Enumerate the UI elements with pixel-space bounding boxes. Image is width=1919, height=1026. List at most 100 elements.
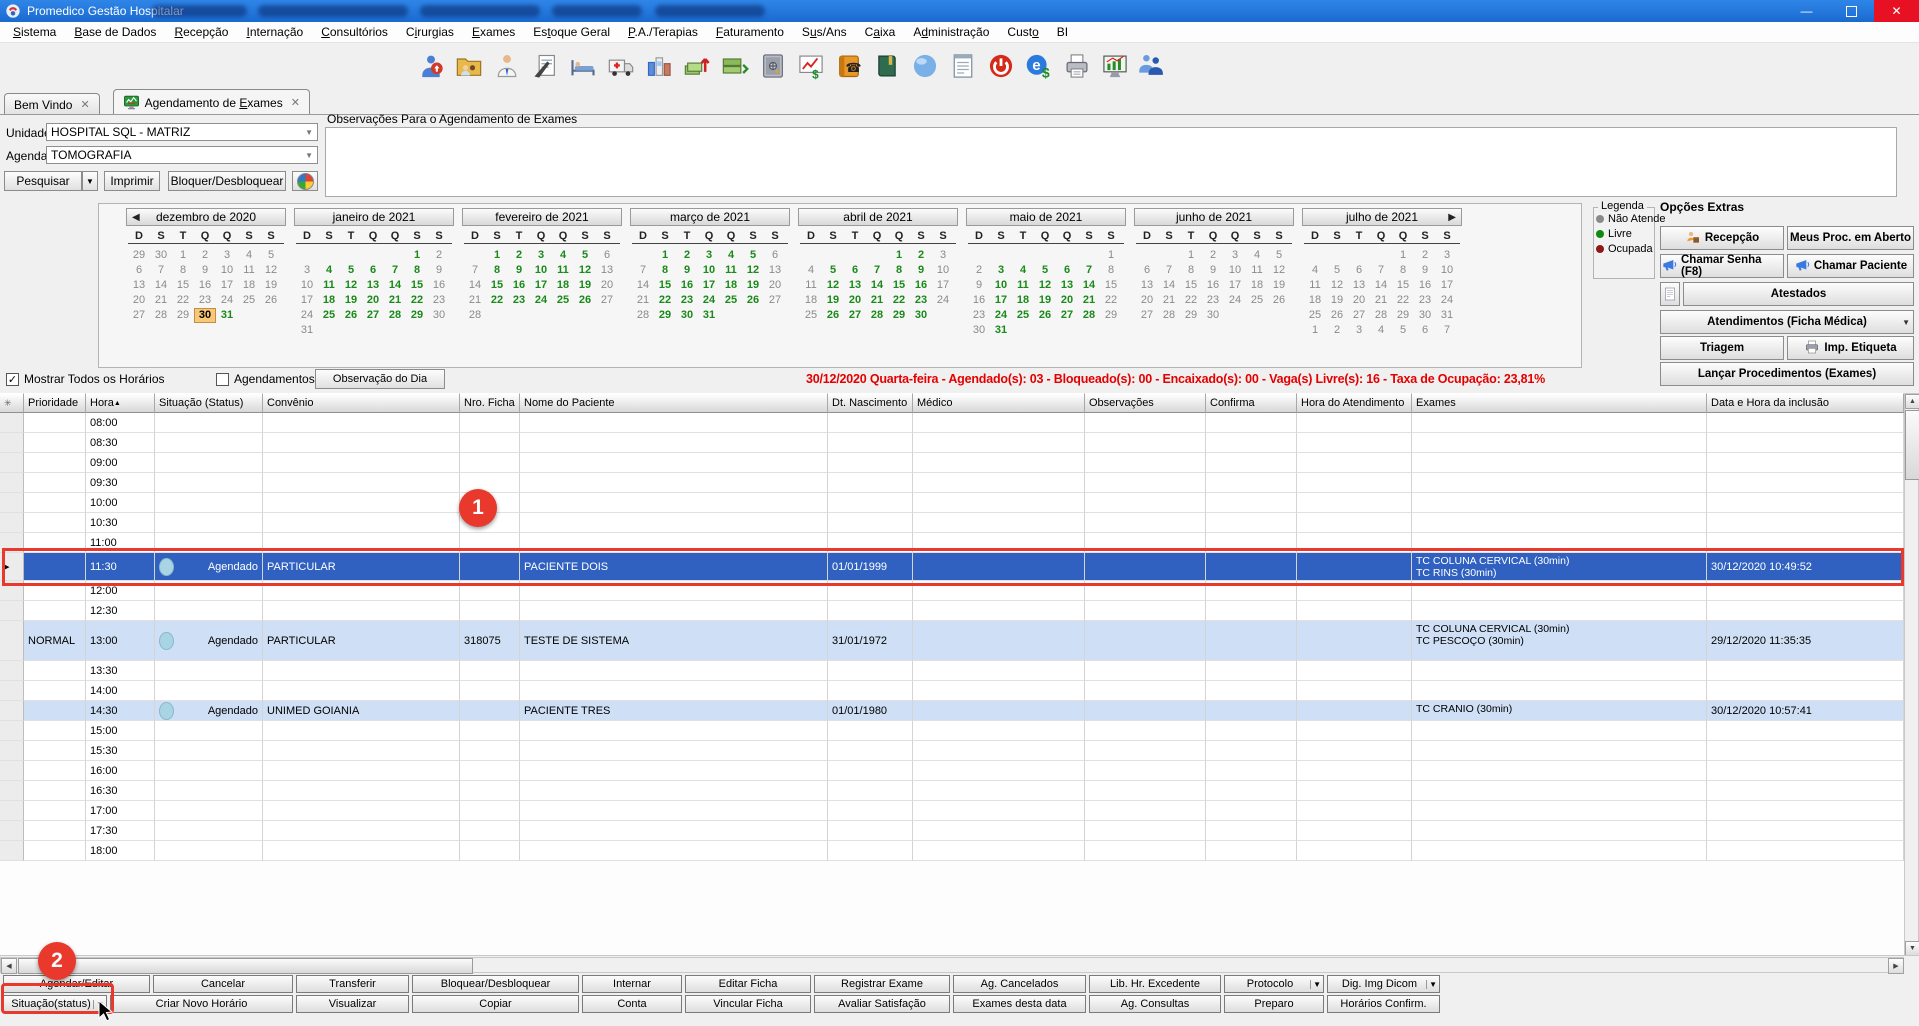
day-cell[interactable]: 7 xyxy=(632,263,654,278)
grid-row-0930[interactable]: 09:30 xyxy=(0,473,1904,493)
internar-button[interactable]: Internar xyxy=(582,975,682,993)
day-cell[interactable]: 17 xyxy=(932,278,954,293)
day-cell[interactable]: 4 xyxy=(1370,323,1392,338)
day-cell[interactable]: 14 xyxy=(384,278,406,293)
day-cell[interactable]: 11 xyxy=(318,278,340,293)
column-header-observacoes[interactable]: Observações xyxy=(1085,393,1206,413)
criar-novo-horario-button[interactable]: Criar Novo Horário xyxy=(110,995,293,1013)
day-cell[interactable]: 9 xyxy=(508,263,530,278)
day-cell[interactable]: 29 xyxy=(128,248,150,263)
day-cell[interactable]: 23 xyxy=(676,293,698,308)
menu-item-cirurgias[interactable]: Cirurgias xyxy=(397,23,463,41)
day-cell[interactable]: 31 xyxy=(990,323,1012,338)
day-cell[interactable]: 4 xyxy=(800,263,822,278)
day-cell[interactable]: 30 xyxy=(910,308,932,323)
show-all-hours-checkbox[interactable]: ✓ Mostrar Todos os Horários xyxy=(6,372,165,386)
day-cell[interactable]: 23 xyxy=(508,293,530,308)
day-cell[interactable]: 1 xyxy=(1392,248,1414,263)
column-header-prioridade[interactable]: Prioridade xyxy=(24,393,86,413)
day-cell[interactable]: 7 xyxy=(1370,263,1392,278)
day-cell[interactable]: 4 xyxy=(318,263,340,278)
scroll-left-icon[interactable]: ◀ xyxy=(1,958,17,974)
day-cell[interactable]: 15 xyxy=(1180,278,1202,293)
day-cell[interactable]: 3 xyxy=(1348,323,1370,338)
stats-icon[interactable] xyxy=(1100,51,1130,81)
column-header-nro-ficha[interactable]: Nro. Ficha xyxy=(460,393,520,413)
extras-chamar-paciente-button[interactable]: Chamar Paciente xyxy=(1787,254,1914,278)
lib-hr-excedente-button[interactable]: Lib. Hr. Excedente xyxy=(1089,975,1221,993)
day-cell[interactable]: 25 xyxy=(1012,308,1034,323)
day-cell[interactable]: 12 xyxy=(574,263,596,278)
day-cell[interactable]: 19 xyxy=(340,293,362,308)
grid-row-1030[interactable]: 10:30 xyxy=(0,513,1904,533)
day-cell[interactable]: 3 xyxy=(1224,248,1246,263)
day-cell[interactable]: 29 xyxy=(172,308,194,323)
day-cell[interactable]: 5 xyxy=(1392,323,1414,338)
day-cell[interactable]: 24 xyxy=(216,293,238,308)
day-cell[interactable]: 25 xyxy=(720,293,742,308)
day-cell[interactable]: 3 xyxy=(698,248,720,263)
day-cell[interactable]: 9 xyxy=(1414,263,1436,278)
day-cell[interactable]: 21 xyxy=(632,293,654,308)
scroll-down-icon[interactable]: ▼ xyxy=(1905,941,1919,956)
day-cell[interactable]: 20 xyxy=(596,278,618,293)
day-cell[interactable]: 14 xyxy=(1078,278,1100,293)
grid-row-1500[interactable]: 15:00 xyxy=(0,721,1904,741)
preparo-button[interactable]: Preparo xyxy=(1224,995,1324,1013)
day-cell[interactable]: 16 xyxy=(676,278,698,293)
day-cell[interactable]: 28 xyxy=(1158,308,1180,323)
day-cell[interactable]: 12 xyxy=(1268,263,1290,278)
ledger-book-icon[interactable] xyxy=(872,51,902,81)
day-cell[interactable]: 10 xyxy=(698,263,720,278)
day-cell[interactable]: 19 xyxy=(742,278,764,293)
month-header[interactable]: março de 2021 xyxy=(630,208,790,226)
day-cell[interactable]: 7 xyxy=(866,263,888,278)
day-cell[interactable]: 10 xyxy=(1224,263,1246,278)
day-cell[interactable]: 3 xyxy=(296,263,318,278)
visualizar-button[interactable]: Visualizar xyxy=(296,995,409,1013)
column-header-data-e-hora-da-inclusao[interactable]: Data e Hora da inclusão xyxy=(1707,393,1904,413)
day-cell[interactable]: 12 xyxy=(1326,278,1348,293)
day-cell[interactable]: 1 xyxy=(1304,323,1326,338)
day-cell[interactable]: 6 xyxy=(1056,263,1078,278)
copiar-button[interactable]: Copiar xyxy=(412,995,579,1013)
day-cell[interactable]: 20 xyxy=(128,293,150,308)
day-cell[interactable]: 23 xyxy=(428,293,450,308)
day-cell[interactable]: 16 xyxy=(1202,278,1224,293)
column-header-situacao-status[interactable]: Situação (Status) xyxy=(155,393,263,413)
day-cell[interactable]: 10 xyxy=(296,278,318,293)
day-cell[interactable]: 3 xyxy=(1436,248,1458,263)
chat-icon[interactable] xyxy=(910,51,940,81)
day-cell[interactable]: 11 xyxy=(720,263,742,278)
day-cell[interactable]: 5 xyxy=(822,263,844,278)
extras-lancar-procedimentos-exames-button[interactable]: Lançar Procedimentos (Exames) xyxy=(1660,362,1914,386)
day-cell[interactable]: 18 xyxy=(552,278,574,293)
day-cell[interactable]: 28 xyxy=(866,308,888,323)
day-cell[interactable]: 21 xyxy=(1158,293,1180,308)
column-header-nome-do-paciente[interactable]: Nome do Paciente xyxy=(520,393,828,413)
day-cell[interactable]: 22 xyxy=(486,293,508,308)
column-header-indicator[interactable]: ✳ xyxy=(0,393,24,413)
day-cell[interactable]: 3 xyxy=(990,263,1012,278)
day-cell[interactable]: 3 xyxy=(216,248,238,263)
day-cell[interactable]: 10 xyxy=(530,263,552,278)
day-cell[interactable]: 27 xyxy=(596,293,618,308)
day-cell[interactable]: 5 xyxy=(260,248,282,263)
day-cell[interactable]: 5 xyxy=(1268,248,1290,263)
registrar-exame-button[interactable]: Registrar Exame xyxy=(814,975,950,993)
day-cell[interactable]: 18 xyxy=(1304,293,1326,308)
day-cell[interactable]: 1 xyxy=(406,248,428,263)
day-cell[interactable]: 9 xyxy=(676,263,698,278)
tab-agendamento-de-exames[interactable]: Agendamento de Exames✕ xyxy=(113,89,310,115)
grid-row-1800[interactable]: 18:00 xyxy=(0,841,1904,861)
day-cell[interactable]: 14 xyxy=(150,278,172,293)
conta-button[interactable]: Conta xyxy=(582,995,682,1013)
column-header-hora[interactable]: Hora ▲ xyxy=(86,393,155,413)
day-cell[interactable]: 26 xyxy=(822,308,844,323)
day-cell[interactable]: 30 xyxy=(1414,308,1436,323)
scroll-right-icon[interactable]: ▶ xyxy=(1888,958,1904,974)
day-cell[interactable]: 28 xyxy=(632,308,654,323)
month-header[interactable]: ◀dezembro de 2020 xyxy=(126,208,286,226)
menu-item-estoque-geral[interactable]: Estoque Geral xyxy=(524,23,619,41)
day-cell[interactable]: 6 xyxy=(362,263,384,278)
